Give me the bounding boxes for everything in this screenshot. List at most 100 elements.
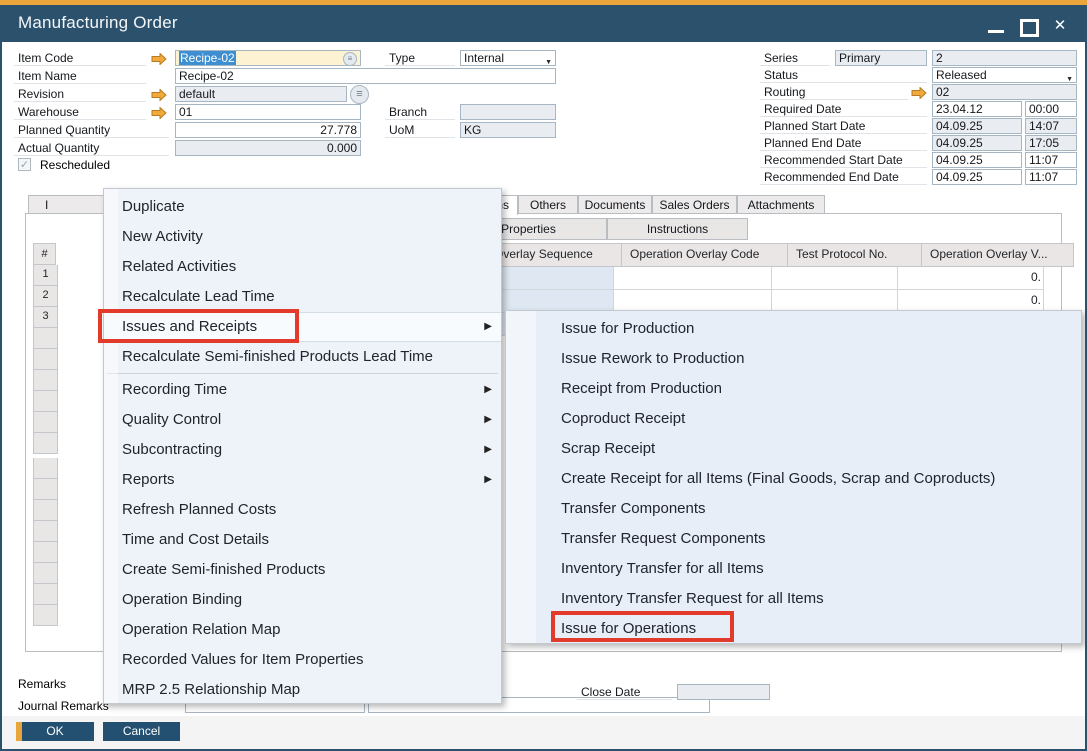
lower-grid-row[interactable]: [33, 458, 58, 479]
context-menu-item[interactable]: Operation Binding: [104, 585, 501, 615]
tab-hidden-left[interactable]: I: [28, 195, 108, 214]
planned-start-time-field[interactable]: 14:07: [1025, 118, 1077, 134]
menu-item-label: Issue for Operations: [561, 620, 696, 637]
series-field[interactable]: Primary: [835, 50, 927, 66]
titlebar: Manufacturing Order ✕: [2, 5, 1085, 42]
tab-documents[interactable]: Documents: [578, 195, 652, 214]
status-dropdown[interactable]: Released▼: [932, 67, 1077, 83]
context-menu-item[interactable]: New Activity: [104, 222, 501, 252]
submenu-item[interactable]: Issue for Operations: [506, 614, 1081, 644]
type-dropdown[interactable]: Internal▼: [460, 50, 556, 66]
submenu-item[interactable]: Transfer Request Components: [506, 524, 1081, 554]
context-menu-item[interactable]: Refresh Planned Costs: [104, 495, 501, 525]
grid-cell[interactable]: 0.: [898, 267, 1044, 290]
context-menu-item[interactable]: Related Activities: [104, 252, 501, 282]
context-menu-item[interactable]: Duplicate: [104, 192, 501, 222]
submenu-item[interactable]: Coproduct Receipt: [506, 404, 1081, 434]
recommended-end-date-field[interactable]: 04.09.25: [932, 169, 1022, 185]
routing-field[interactable]: 02: [932, 84, 1077, 100]
context-menu-item[interactable]: Issues and Receipts▶: [104, 312, 501, 342]
branch-field[interactable]: [460, 104, 556, 120]
maximize-icon[interactable]: [1018, 17, 1038, 35]
grid-row-number[interactable]: [33, 328, 58, 349]
submenu-item[interactable]: Inventory Transfer Request for all Items: [506, 584, 1081, 614]
recommended-end-time-field[interactable]: 11:07: [1025, 169, 1077, 185]
minimize-icon[interactable]: [986, 17, 1006, 35]
planned-end-time-field[interactable]: 17:05: [1025, 135, 1077, 151]
lower-grid-row[interactable]: [33, 563, 58, 584]
submenu-item[interactable]: Receipt from Production: [506, 374, 1081, 404]
planned-start-date-field[interactable]: 04.09.25: [932, 118, 1022, 134]
submenu-item[interactable]: Issue Rework to Production: [506, 344, 1081, 374]
grid-row-number[interactable]: [33, 391, 58, 412]
link-arrow-icon[interactable]: [151, 88, 167, 106]
item-code-field[interactable]: Recipe-02≡: [175, 50, 361, 66]
context-menu-item[interactable]: Recalculate Lead Time: [104, 282, 501, 312]
tab-others[interactable]: Others: [518, 195, 578, 214]
grid-row-number[interactable]: [33, 412, 58, 433]
grid-row-number[interactable]: [33, 433, 58, 454]
recommended-start-time-field[interactable]: 11:07: [1025, 152, 1077, 168]
ok-button[interactable]: OK: [16, 722, 94, 741]
grid-row-number[interactable]: 2: [33, 286, 58, 307]
choose-from-list-icon[interactable]: ≡: [343, 52, 357, 66]
planned-quantity-field[interactable]: 27.778: [175, 122, 361, 138]
item-code-label: Item Code: [14, 50, 146, 66]
menu-item-label: Refresh Planned Costs: [122, 501, 276, 518]
lower-grid-row[interactable]: [33, 479, 58, 500]
item-name-field[interactable]: Recipe-02: [175, 68, 556, 84]
grid-row-number[interactable]: 3: [33, 307, 58, 328]
grid-row-number[interactable]: 1: [33, 265, 58, 286]
context-menu-item[interactable]: Quality Control▶: [104, 405, 501, 435]
context-menu-item[interactable]: MRP 2.5 Relationship Map: [104, 675, 501, 705]
context-menu-item[interactable]: Recording Time▶: [104, 375, 501, 405]
context-menu-item[interactable]: Recalculate Semi-finished Products Lead …: [104, 342, 501, 372]
revision-field[interactable]: default: [175, 86, 347, 102]
submenu-item[interactable]: Issue for Production: [506, 314, 1081, 344]
grid-column-header[interactable]: Operation Overlay V...: [922, 243, 1074, 267]
grid-cell[interactable]: [614, 267, 772, 290]
context-menu-item[interactable]: Create Semi-finished Products: [104, 555, 501, 585]
context-menu-item[interactable]: Operation Relation Map: [104, 615, 501, 645]
link-arrow-icon[interactable]: [151, 52, 167, 70]
recommended-start-date-field[interactable]: 04.09.25: [932, 152, 1022, 168]
required-date-field[interactable]: 23.04.12: [932, 101, 1022, 117]
series-number-field[interactable]: 2: [932, 50, 1077, 66]
submenu-item[interactable]: Scrap Receipt: [506, 434, 1081, 464]
cancel-button[interactable]: Cancel: [103, 722, 180, 741]
actual-quantity-field[interactable]: 0.000: [175, 140, 361, 156]
revision-label: Revision: [14, 86, 146, 102]
lower-grid-row[interactable]: [33, 521, 58, 542]
submenu-item[interactable]: Inventory Transfer for all Items: [506, 554, 1081, 584]
rescheduled-checkbox[interactable]: ✓: [18, 158, 31, 171]
required-time-field[interactable]: 00:00: [1025, 101, 1077, 117]
context-menu-item[interactable]: Recorded Values for Item Properties: [104, 645, 501, 675]
close-icon[interactable]: ✕: [1050, 17, 1070, 35]
planned-end-date-label: Planned End Date: [760, 135, 927, 151]
context-menu-item[interactable]: Time and Cost Details: [104, 525, 501, 555]
uom-field[interactable]: KG: [460, 122, 556, 138]
grid-row-number[interactable]: [33, 349, 58, 370]
tab-sales-orders[interactable]: Sales Orders: [652, 195, 737, 214]
lower-grid-row[interactable]: [33, 542, 58, 563]
tab-attachments[interactable]: Attachments: [737, 195, 825, 214]
close-date-field[interactable]: [677, 684, 770, 700]
submenu-arrow-icon: ▶: [484, 375, 492, 405]
context-menu-item[interactable]: Subcontracting▶: [104, 435, 501, 465]
lower-grid-row[interactable]: [33, 605, 58, 626]
grid-cell[interactable]: [772, 267, 898, 290]
lower-grid-row[interactable]: [33, 500, 58, 521]
grid-column-header[interactable]: Test Protocol No.: [788, 243, 922, 267]
submenu-item[interactable]: Transfer Components: [506, 494, 1081, 524]
submenu-item[interactable]: Create Receipt for all Items (Final Good…: [506, 464, 1081, 494]
warehouse-field[interactable]: 01: [175, 104, 361, 120]
expand-list-icon[interactable]: ≡: [350, 85, 369, 104]
rescheduled-label: Rescheduled: [40, 158, 110, 172]
subtab-instructions[interactable]: Instructions: [607, 218, 748, 240]
grid-column-header[interactable]: Operation Overlay Code: [622, 243, 788, 267]
recommended-start-date-label: Recommended Start Date: [760, 152, 927, 168]
context-menu-item[interactable]: Reports▶: [104, 465, 501, 495]
grid-row-number[interactable]: [33, 370, 58, 391]
lower-grid-row[interactable]: [33, 584, 58, 605]
planned-end-date-field[interactable]: 04.09.25: [932, 135, 1022, 151]
